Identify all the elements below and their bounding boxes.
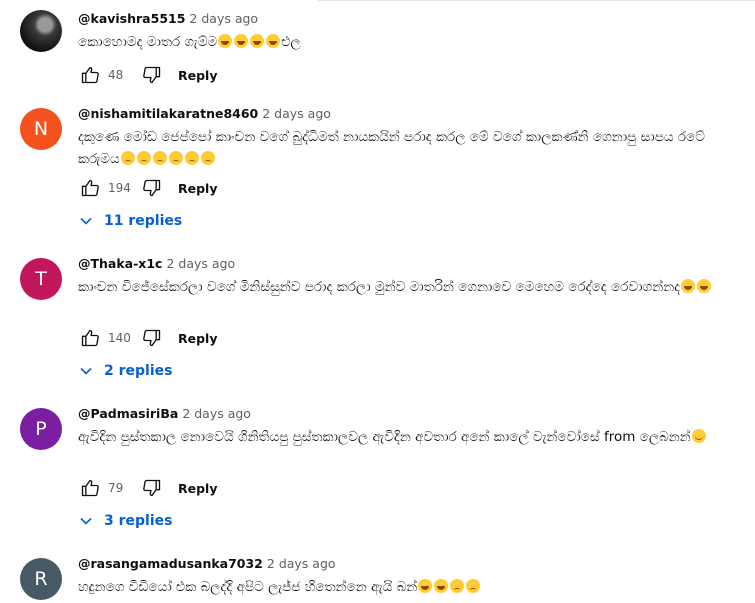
- like-count: 194: [108, 181, 131, 195]
- like-count: 140: [108, 331, 131, 345]
- sad-emoji-icon: [152, 151, 167, 165]
- laughing-emoji-icon: [418, 579, 433, 593]
- chevron-down-icon: [80, 517, 92, 525]
- dislike-button[interactable]: [140, 476, 164, 500]
- laughing-emoji-icon: [681, 279, 696, 293]
- sad-emoji-icon: [450, 579, 465, 593]
- comment-time[interactable]: 2 days ago: [262, 106, 331, 121]
- sad-emoji-icon: [168, 151, 183, 165]
- dislike-button[interactable]: [140, 63, 164, 87]
- comment-text: ඇවිදින පුස්තකාල නොවෙයි ගිනිතියපු පුස්තකා…: [78, 426, 750, 448]
- thumbs-up-icon: [81, 479, 99, 497]
- laughing-emoji-icon: [218, 34, 233, 48]
- thumbs-down-icon: [143, 179, 161, 197]
- chevron-down-icon: [80, 217, 92, 225]
- thumbs-down-icon: [143, 329, 161, 347]
- sad-emoji-icon: [466, 579, 481, 593]
- like-count: 48: [108, 68, 124, 82]
- laughing-emoji-icon: [697, 279, 712, 293]
- thumbs-up-icon: [81, 66, 99, 84]
- dislike-button[interactable]: [140, 326, 164, 350]
- comment-time[interactable]: 2 days ago: [189, 11, 258, 26]
- sad-emoji-icon: [200, 151, 215, 165]
- comment-text: හදුනගෙ වීඩියෝ එක බලද්දි අපිට ලැජ්ජ හිතෙන…: [78, 576, 750, 598]
- comment-actions: 140 Reply: [78, 326, 217, 350]
- like-button[interactable]: [78, 476, 102, 500]
- reply-button[interactable]: Reply: [178, 481, 217, 496]
- laughing-emoji-icon: [434, 579, 449, 593]
- laughing-emoji-icon: [250, 34, 265, 48]
- replies-count: 3 replies: [104, 513, 173, 529]
- replies-count: 11 replies: [104, 213, 183, 229]
- dislike-button[interactable]: [140, 176, 164, 200]
- view-replies-button[interactable]: 11 replies: [78, 210, 182, 232]
- comment-time[interactable]: 2 days ago: [166, 256, 235, 271]
- like-button[interactable]: [78, 63, 102, 87]
- view-replies-button[interactable]: 3 replies: [78, 510, 172, 532]
- avatar[interactable]: R: [20, 558, 62, 600]
- replies-count: 2 replies: [104, 363, 173, 379]
- comment-text: කාංචන විජේසේකරලා වගේ මිනිස්සුන්ව පරාද කර…: [78, 276, 750, 298]
- sad-emoji-icon: [120, 151, 135, 165]
- comment-author[interactable]: @rasangamadusanka7032: [78, 556, 263, 571]
- avatar[interactable]: [20, 10, 62, 52]
- laughing-emoji-icon: [266, 34, 281, 48]
- like-button[interactable]: [78, 176, 102, 200]
- thumbs-down-icon: [143, 479, 161, 497]
- comment-author[interactable]: @nishamitilakaratne8460: [78, 106, 258, 121]
- comment-actions: 194 Reply: [78, 176, 217, 200]
- view-replies-button[interactable]: 2 replies: [78, 360, 172, 382]
- reply-button[interactable]: Reply: [178, 68, 217, 83]
- reply-button[interactable]: Reply: [178, 181, 217, 196]
- avatar[interactable]: N: [20, 108, 62, 150]
- comment-author[interactable]: @Thaka-x1c: [78, 256, 162, 271]
- sad-emoji-icon: [136, 151, 151, 165]
- comment-text: දකුණෙ මෝඩ ජෙප්පෝ කාංචන වගේ බුද්ධිමත් නාය…: [78, 129, 705, 167]
- smiling-emoji-icon: [691, 429, 706, 443]
- like-button[interactable]: [78, 326, 102, 350]
- chevron-down-icon: [80, 367, 92, 375]
- thumbs-up-icon: [81, 329, 99, 347]
- avatar[interactable]: P: [20, 408, 62, 450]
- sad-emoji-icon: [184, 151, 199, 165]
- avatar[interactable]: T: [20, 258, 62, 300]
- comment-author[interactable]: @kavishra5515: [78, 11, 185, 26]
- like-count: 79: [108, 481, 124, 495]
- comment-actions: 48 Reply: [78, 63, 217, 87]
- comment-time[interactable]: 2 days ago: [267, 556, 336, 571]
- laughing-emoji-icon: [234, 34, 249, 48]
- thumbs-down-icon: [143, 66, 161, 84]
- reply-button[interactable]: Reply: [178, 331, 217, 346]
- comment-text: කොහොමද මාතර ගැම්ම එල: [78, 34, 301, 50]
- comment-actions: 79 Reply: [78, 476, 217, 500]
- comment-time[interactable]: 2 days ago: [182, 406, 251, 421]
- comment-author[interactable]: @PadmasiriBa: [78, 406, 178, 421]
- thumbs-up-icon: [81, 179, 99, 197]
- divider: [318, 0, 755, 1]
